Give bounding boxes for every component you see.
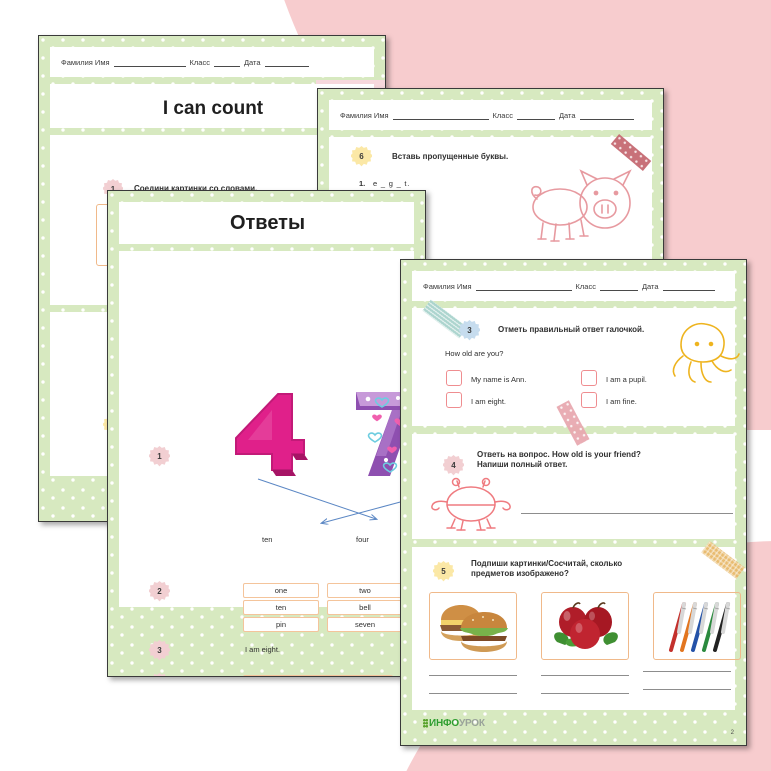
date-blank — [264, 58, 309, 67]
task3-option-4-checkbox[interactable] — [581, 392, 597, 408]
task4-prompt: Ответь на вопрос. How old is your friend… — [477, 450, 641, 471]
class-label: Класс — [492, 111, 513, 120]
task5-prompt-line2: предметов изображено? — [471, 569, 569, 579]
page-number: 2 — [730, 730, 734, 736]
task2-word-seven[interactable]: seven — [327, 617, 403, 632]
date-blank — [579, 111, 634, 120]
student-name-line: Фамилия Имя Класс Дата — [61, 58, 313, 67]
name-blank — [113, 58, 186, 67]
task3-answer: I am eight. — [245, 645, 281, 654]
task5-answer-line-2a[interactable] — [541, 675, 629, 676]
task3-prompt: Отметь правильный ответ галочкой. — [498, 325, 645, 334]
task3-option-3-checkbox[interactable] — [446, 392, 462, 408]
name-label: Фамилия Имя — [61, 58, 110, 67]
task5-answer-line-2b[interactable] — [541, 693, 629, 694]
task3-option-2-checkbox[interactable] — [581, 370, 597, 386]
date-label: Дата — [243, 58, 261, 67]
task5-prompt: Подпиши картинки/Сосчитай, сколько предм… — [471, 559, 622, 580]
date-label: Дата — [558, 111, 576, 120]
task4-prompt-line2: Напиши полный ответ. — [477, 460, 568, 470]
pens-photo — [669, 602, 731, 652]
page-title: Ответы — [229, 212, 306, 234]
student-name-line: Фамилия Имя Класс Дата — [423, 282, 719, 291]
logo-text-primary: ИНФО — [429, 718, 459, 729]
octopus-drawing-illustration — [672, 322, 740, 383]
task2-word-pin[interactable]: pin — [243, 617, 319, 632]
task2-word-one[interactable]: one — [243, 583, 319, 598]
pig-drawing-illustration — [531, 169, 632, 242]
logo-dots-icon — [423, 719, 428, 728]
apples-photo — [554, 602, 618, 649]
date-blank — [662, 282, 715, 291]
task4-answer-line[interactable] — [521, 513, 733, 514]
task5-answer-line-1a[interactable] — [429, 675, 517, 676]
class-blank — [213, 58, 240, 67]
task3-question: How old are you? — [445, 349, 504, 358]
digit-4-answer-illustration — [235, 393, 308, 476]
student-name-line: Фамилия Имя Класс Дата — [340, 111, 638, 120]
task2-word-two[interactable]: two — [327, 583, 403, 598]
class-blank — [599, 282, 638, 291]
task5-answer-line-3a[interactable] — [643, 671, 731, 672]
worksheet-card-questions[interactable]: Фамилия Имя Класс Дата 3 Отметь правильн… — [400, 259, 747, 746]
task6-item-1-text: e _ g _ t. — [373, 179, 411, 188]
name-label: Фамилия Имя — [423, 282, 472, 291]
task3-option-2-label[interactable]: I am a pupil. — [606, 375, 647, 384]
task1-label-four: four — [356, 535, 369, 544]
name-blank — [392, 111, 489, 120]
class-label: Класс — [189, 58, 210, 67]
task4-prompt-line1: Ответь на вопрос. How old is your friend… — [477, 450, 641, 459]
class-blank — [516, 111, 555, 120]
task5-answer-line-3b[interactable] — [643, 689, 731, 690]
name-blank — [475, 282, 572, 291]
task5-answer-line-1b[interactable] — [429, 693, 517, 694]
worksheet-card-answers[interactable]: Ответы 1 ten four 2 one two ten bell pin… — [107, 190, 426, 677]
date-label: Дата — [641, 282, 659, 291]
logo-text-secondary: УРОК — [458, 718, 485, 729]
task3-option-3-label[interactable]: I am eight. — [471, 397, 506, 406]
task3-option-1-label[interactable]: My name is Ann. — [471, 375, 526, 384]
name-label: Фамилия Имя — [340, 111, 389, 120]
task6-item-1-number: 1. — [359, 179, 366, 188]
crab-drawing-illustration — [431, 477, 511, 531]
task4-answer[interactable]: My friend is eight (nine, ten). — [243, 675, 393, 676]
class-label: Класс — [575, 282, 596, 291]
screenshot-canvas: Фамилия Имя Класс Дата Английский язык I… — [0, 0, 771, 771]
task3-option-4-label[interactable]: I am fine. — [606, 397, 637, 406]
brand-logo: ИНФО УРОК — [423, 718, 485, 729]
task3-option-1-checkbox[interactable] — [446, 370, 462, 386]
task2-word-bell[interactable]: bell — [327, 600, 403, 615]
task1-label-ten: ten — [262, 535, 273, 544]
task6-prompt: Вставь пропущенные буквы. — [392, 152, 509, 161]
task2-word-ten[interactable]: ten — [243, 600, 319, 615]
burgers-photo — [440, 605, 508, 652]
task5-prompt-line1: Подпиши картинки/Сосчитай, сколько — [471, 559, 623, 568]
